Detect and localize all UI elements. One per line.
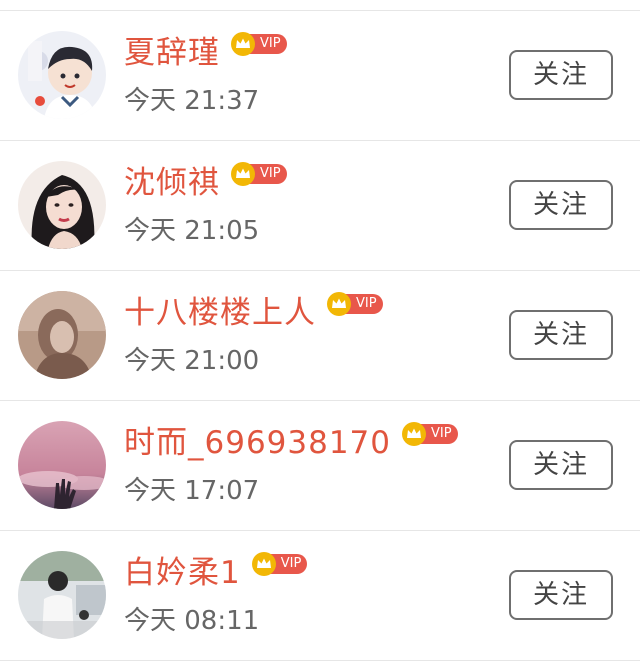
user-name[interactable]: 时而_696938170 [124, 421, 391, 465]
vip-badge: VIP [401, 422, 458, 446]
name-line: 白妗柔1 VIP [124, 551, 308, 595]
vip-badge: VIP [230, 162, 287, 186]
follow-button[interactable]: 关注 [509, 440, 613, 490]
name-line: 十八楼楼上人 VIP [124, 291, 383, 335]
follow-button[interactable]: 关注 [509, 180, 613, 230]
avatar-blurred-portrait-icon [18, 291, 106, 379]
avatar[interactable] [18, 291, 106, 379]
avatar[interactable] [18, 551, 106, 639]
name-line: 时而_696938170 VIP [124, 421, 458, 465]
avatar[interactable] [18, 161, 106, 249]
crown-icon [231, 32, 255, 56]
user-name[interactable]: 十八楼楼上人 [124, 291, 316, 335]
follow-time: 今天 08:11 [124, 606, 260, 636]
list-item[interactable]: 十八楼楼上人 VIP 今天 21:00 关注 [0, 271, 640, 401]
name-line: 沈倾祺 VIP [124, 161, 287, 205]
crown-icon [402, 422, 427, 446]
avatar[interactable] [18, 421, 106, 509]
follow-time: 今天 21:00 [124, 346, 260, 376]
list-item[interactable]: 夏辞瑾 VIP 今天 21:37 关注 [0, 11, 640, 141]
user-name[interactable]: 白妗柔1 [124, 551, 241, 595]
list-item[interactable]: 沈倾祺 VIP 今天 21:05 关注 [0, 141, 640, 271]
follow-button[interactable]: 关注 [509, 570, 613, 620]
avatar-street-figure-icon [18, 551, 106, 639]
vip-badge: VIP [326, 292, 383, 316]
vip-badge: VIP [230, 32, 287, 56]
vip-badge: VIP [251, 552, 308, 576]
follow-time: 今天 17:07 [124, 476, 260, 506]
avatar-cartoon-boy-icon [18, 31, 106, 119]
follow-time: 今天 21:37 [124, 86, 260, 116]
crown-icon [251, 552, 276, 576]
list-item[interactable]: 白妗柔1 VIP 今天 08:11 关注 [0, 531, 640, 661]
avatar-woman-portrait-icon [18, 161, 106, 249]
list-item[interactable]: 时而_696938170 VIP 今天 17:07 关注 [0, 401, 640, 531]
follow-button[interactable]: 关注 [509, 310, 613, 360]
user-name[interactable]: 夏辞瑾 [124, 31, 220, 75]
crown-icon [327, 292, 351, 316]
user-name[interactable]: 沈倾祺 [124, 161, 220, 205]
user-list: 夏辞瑾 VIP 今天 21:37 关注 沈倾祺 VIP 今天 21:05 关注 … [0, 11, 640, 661]
avatar-pink-sky-hand-icon [18, 421, 106, 509]
follow-time: 今天 21:05 [124, 216, 260, 246]
follow-button[interactable]: 关注 [509, 50, 613, 100]
name-line: 夏辞瑾 VIP [124, 31, 287, 75]
crown-icon [231, 162, 255, 186]
avatar[interactable] [18, 31, 106, 119]
